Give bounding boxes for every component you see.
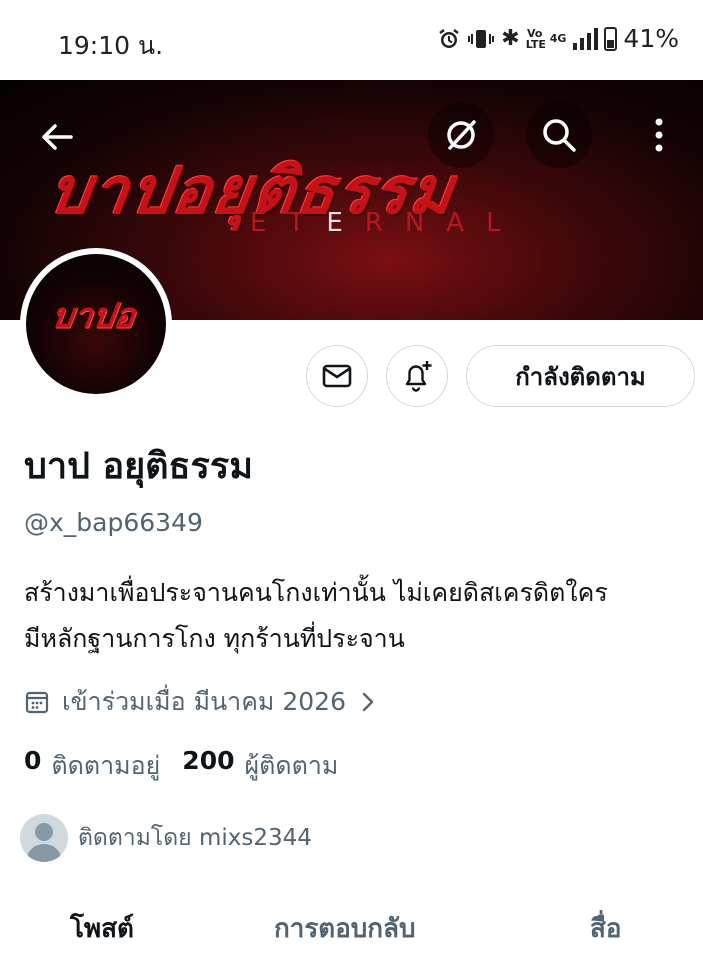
search-button[interactable] [526,102,592,168]
profile-tabs: โพสต์ การตอบกลับ สื่อ [0,890,703,963]
bio-line: สร้างมาเพื่อประจานคนโกงเท่านั้น ไม่เคยดิ… [24,578,608,607]
tab-media[interactable]: สื่อ [590,908,621,949]
alarm-icon [439,28,460,48]
status-time: 19:10 น. [58,31,164,60]
joined-date[interactable]: เข้าร่วมเมื่อ มีนาคม 2026 [24,682,378,722]
default-avatar-icon [20,814,68,862]
bio-line: มีหลักฐานการโกง ทุกร้านที่ประจาน [24,624,405,653]
tab-posts[interactable]: โพสต์ [70,908,134,949]
signal-icon [573,27,599,50]
bio: สร้างมาเพื่อประจานคนโกงเท่านั้น ไม่เคยดิ… [24,570,694,662]
followed-by-text: ติดตามโดย mixs2344 [78,825,312,851]
back-button[interactable] [24,104,90,170]
followed-by[interactable]: ติดตามโดย mixs2344 [20,814,312,862]
following-label: ติดตามอยู่ [51,751,161,780]
mail-icon [322,364,352,388]
status-icons: ✱ Vo LTE 4G 41% [437,24,679,53]
more-options-button[interactable] [626,102,692,168]
bell-plus-icon [405,361,432,392]
network-type: 4G [549,32,567,45]
chevron-right-icon [362,692,374,712]
avatar-text: บาปอ [49,296,138,336]
following-stat[interactable]: 0 ติดตามอยู่ [24,746,160,786]
calendar-icon [25,691,49,714]
tab-replies[interactable]: การตอบกลับ [274,908,416,949]
status-bar: 19:10 น. ✱ Vo LTE 4G 41% [0,0,703,80]
vibrate-icon [468,29,495,48]
volte-icon: Vo LTE [525,26,546,51]
bluetooth-icon: ✱ [501,25,520,51]
search-icon [543,119,576,152]
avatar-image: บาปอ [26,254,166,394]
notifications-button[interactable] [386,345,448,407]
following-button[interactable]: กำลังติดตาม [466,345,695,407]
avatar[interactable]: บาปอ [20,248,172,400]
banner-subtitle: ETERNAL [250,208,523,238]
username-handle: @x_bap66349 [24,508,203,537]
followers-count: 200 [182,746,235,775]
followers-label: ผู้ติดตาม [244,751,339,780]
followers-stat[interactable]: 200 ผู้ติดตาม [182,746,338,786]
battery-icon [604,26,618,51]
message-button[interactable] [306,345,368,407]
follow-stats: 0 ติดตามอยู่ 200 ผู้ติดตาม [24,746,338,786]
grok-button[interactable] [428,102,494,168]
more-vertical-icon [655,118,663,152]
display-name: บาป อยุติธรรม [24,446,253,487]
following-count: 0 [24,746,42,775]
battery-percent: 41% [623,24,679,53]
back-arrow-icon [42,124,73,150]
grok-icon [447,120,476,150]
joined-text: เข้าร่วมเมื่อ มีนาคม 2026 [62,687,346,716]
